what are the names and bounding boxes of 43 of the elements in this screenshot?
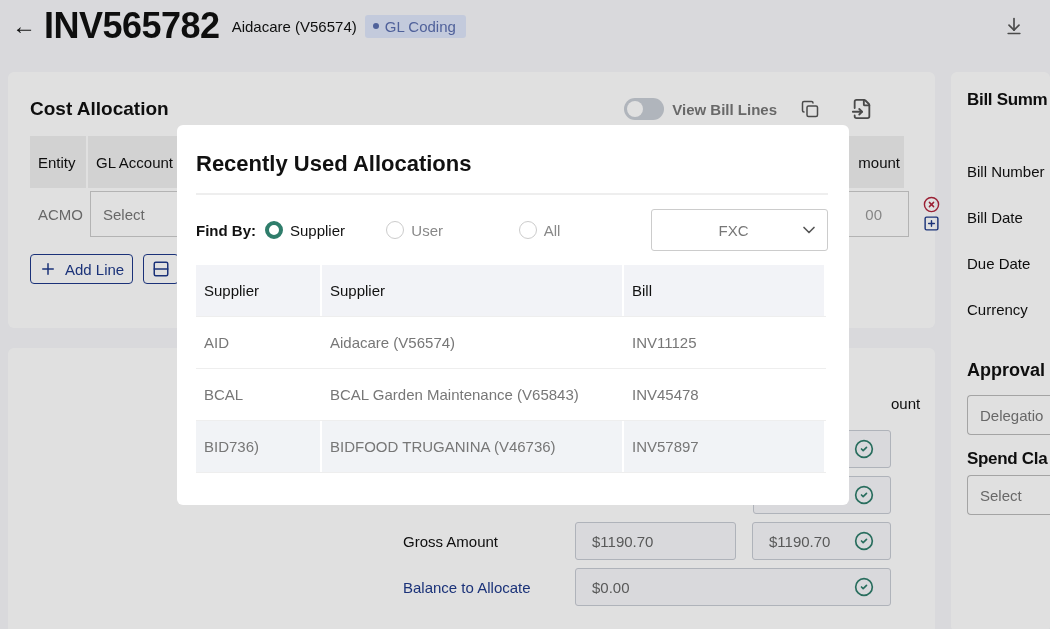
check-icon	[854, 439, 874, 459]
field-value: $0.00	[592, 578, 630, 596]
download-icon[interactable]	[1004, 16, 1024, 36]
entity-cell-text: ACMO	[37, 205, 84, 223]
plus-icon	[39, 260, 57, 278]
radio-option[interactable]: All	[518, 221, 652, 239]
radio-option[interactable]: User	[386, 221, 519, 239]
check-icon	[854, 485, 874, 505]
delegation-field[interactable]: Delegatio	[967, 395, 1050, 435]
split-button[interactable]	[143, 254, 180, 284]
column-header: Entity	[30, 136, 88, 188]
duplicate-icon[interactable]	[923, 215, 940, 232]
filter-dropdown[interactable]: FXC	[651, 209, 828, 251]
dialog-title: Recently Used Allocations	[196, 151, 828, 195]
supplier-name: Aidacare (V56574)	[231, 17, 357, 35]
copy-icon[interactable]	[801, 100, 819, 118]
status-badge: GL Coding	[364, 14, 466, 38]
file-import-icon[interactable]	[851, 98, 873, 120]
balance-link[interactable]: Balance to Allocate	[403, 578, 575, 596]
delete-icon[interactable]	[923, 196, 940, 213]
summary-label: Bill Number	[967, 161, 1046, 182]
column-header: ount	[891, 394, 921, 412]
section-title: Spend Cla	[967, 449, 1049, 469]
check-icon	[854, 577, 874, 597]
radio-option[interactable]: Supplier	[264, 221, 387, 239]
summary-label: Bill Date	[967, 207, 1024, 228]
toggle-switch[interactable]	[624, 98, 665, 120]
field-value: $1190.70	[769, 532, 831, 550]
check-icon	[854, 531, 874, 551]
rows-icon	[152, 260, 171, 278]
spend-select[interactable]: Select	[967, 475, 1050, 515]
panel-title: Bill Summ	[967, 90, 1049, 110]
section-title: Approval	[967, 360, 1046, 381]
back-arrow[interactable]: ←	[12, 12, 36, 40]
invoice-title: INV565782	[44, 5, 220, 47]
summary-label: Currency	[967, 299, 1029, 320]
summary-label: Due Date	[967, 253, 1032, 274]
toggle-label: View Bill Lines	[672, 100, 777, 118]
allocation-row[interactable]: BID736) BIDFOOD TRUGANINA (V46736) INV57897	[196, 421, 826, 473]
row-label: Gross Amount	[403, 532, 500, 550]
field-value: $1190.70	[592, 532, 654, 550]
card-title: Cost Allocation	[30, 98, 169, 120]
add-line-button[interactable]: Add Line	[30, 254, 134, 284]
